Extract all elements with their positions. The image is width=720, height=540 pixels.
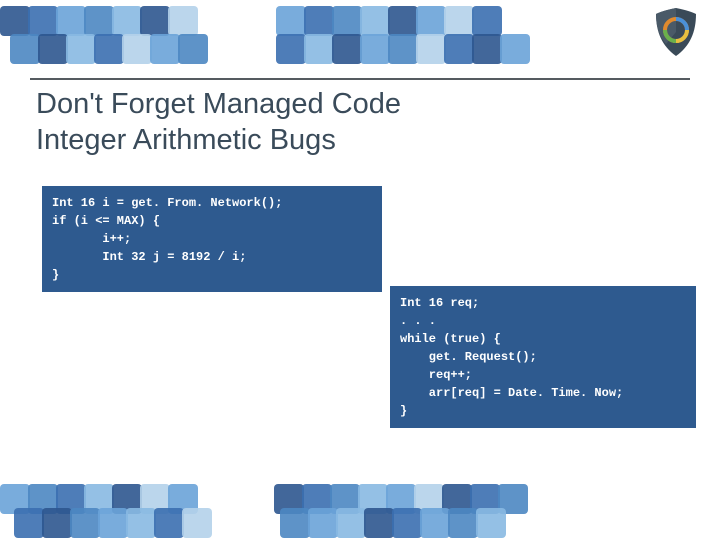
shield-logo-icon	[648, 4, 704, 60]
code-sample-2: Int 16 req; . . . while (true) { get. Re…	[390, 286, 696, 428]
top-decor	[0, 0, 720, 48]
bottom-decor	[0, 488, 720, 540]
decor-row	[10, 34, 528, 64]
title-line-1: Don't Forget Managed Code	[36, 88, 401, 120]
decor-row	[0, 6, 500, 36]
title-line-2: Integer Arithmetic Bugs	[36, 124, 336, 156]
code-sample-1: Int 16 i = get. From. Network(); if (i <…	[42, 186, 382, 292]
slide-title: Don't Forget Managed Code Integer Arithm…	[36, 86, 401, 159]
title-divider	[30, 78, 690, 80]
decor-row	[14, 508, 504, 538]
